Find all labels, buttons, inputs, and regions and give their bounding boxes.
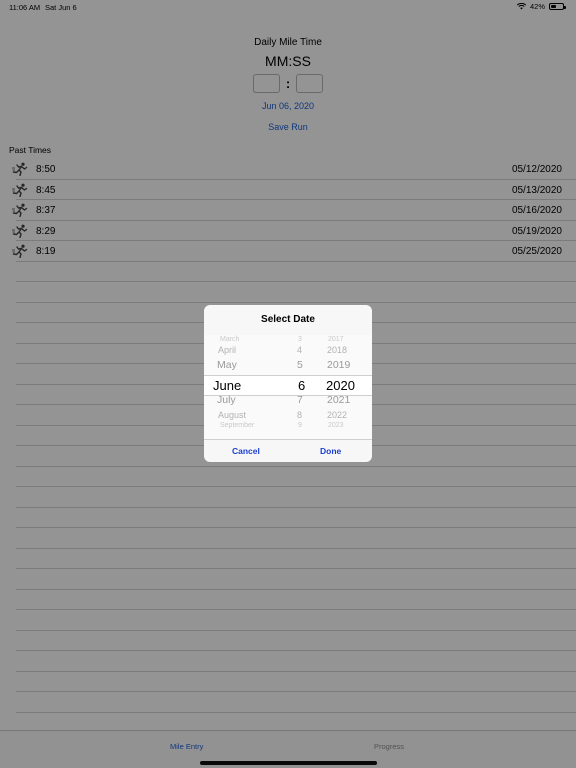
- year-option[interactable]: 2017: [328, 336, 344, 343]
- month-option[interactable]: March: [220, 336, 239, 343]
- day-option[interactable]: 9: [298, 422, 302, 429]
- year-option[interactable]: 2022: [327, 410, 347, 420]
- month-option[interactable]: April: [218, 345, 236, 355]
- month-option[interactable]: August: [218, 410, 246, 420]
- day-option[interactable]: 3: [298, 336, 302, 343]
- day-option[interactable]: 8: [297, 410, 302, 420]
- year-option[interactable]: 2021: [327, 394, 350, 406]
- dialog-title: Select Date: [261, 314, 315, 325]
- cancel-button[interactable]: Cancel: [232, 446, 260, 456]
- year-option[interactable]: 2019: [327, 359, 350, 371]
- day-option[interactable]: 7: [297, 394, 303, 406]
- month-selected[interactable]: June: [213, 378, 241, 393]
- dialog-footer: Cancel Done: [204, 439, 372, 462]
- select-date-dialog: Select Date March April May June July Au…: [204, 305, 372, 462]
- day-option[interactable]: 4: [297, 345, 302, 355]
- day-option[interactable]: 5: [297, 359, 303, 371]
- year-selected[interactable]: 2020: [326, 378, 355, 393]
- month-option[interactable]: July: [217, 394, 236, 406]
- date-picker[interactable]: March April May June July August Septemb…: [204, 335, 372, 439]
- done-button[interactable]: Done: [320, 446, 341, 456]
- month-option[interactable]: September: [220, 422, 254, 429]
- day-selected[interactable]: 6: [298, 378, 305, 393]
- year-option[interactable]: 2018: [327, 345, 347, 355]
- year-option[interactable]: 2023: [328, 422, 344, 429]
- month-option[interactable]: May: [217, 359, 237, 371]
